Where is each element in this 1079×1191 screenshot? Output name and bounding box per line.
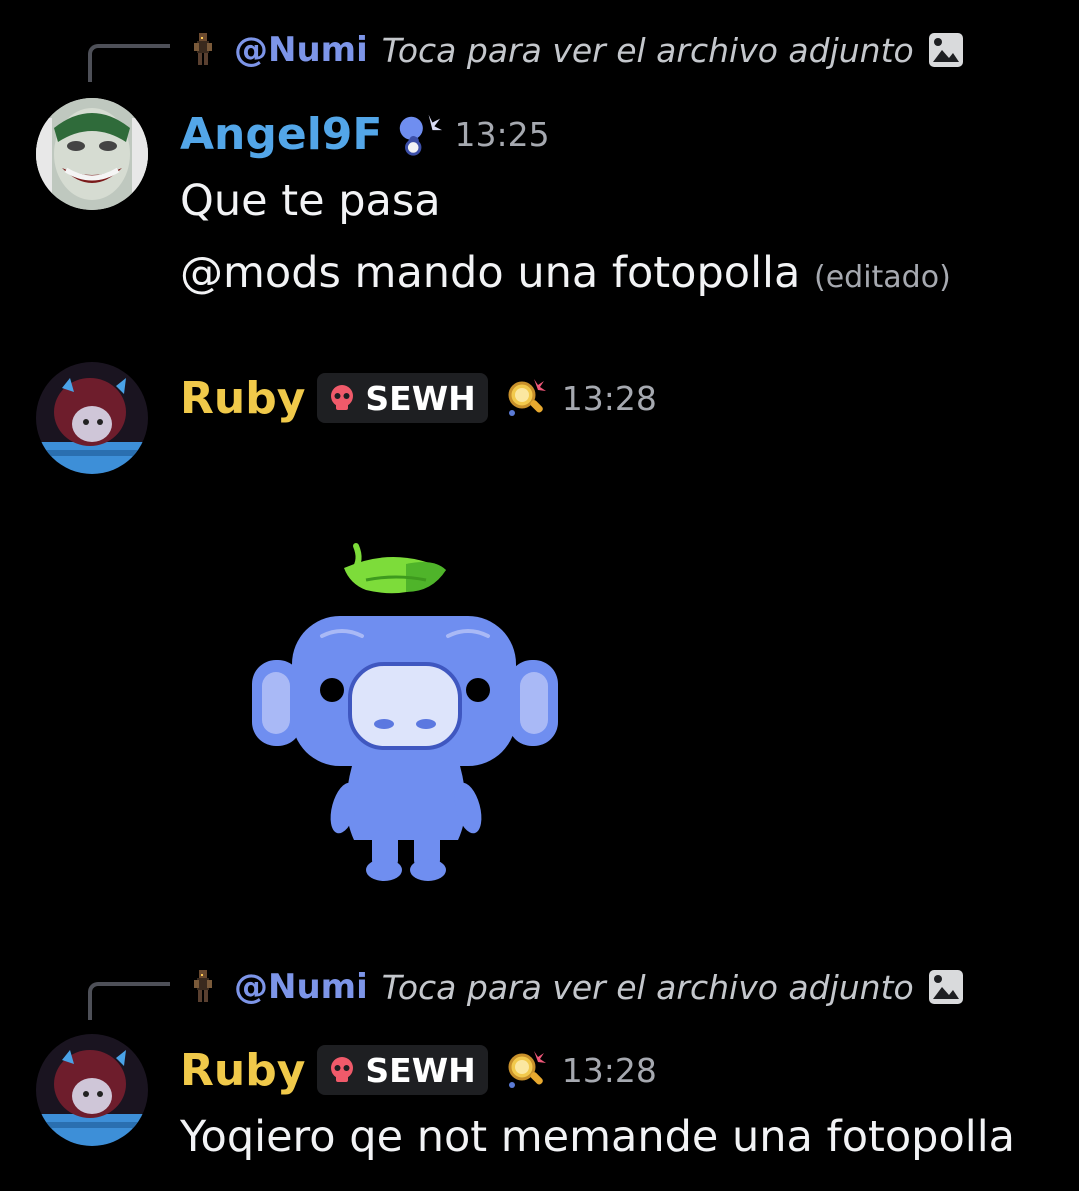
server-tag[interactable]: SEWH (317, 373, 488, 423)
reply-author[interactable]: @Numi (234, 967, 368, 1007)
reply-preview[interactable]: @Numi Toca para ver el archivo adjunto (186, 967, 964, 1007)
reply-text: Toca para ver el archivo adjunto (381, 967, 914, 1007)
message-text: @mods mando una fotopolla (180, 248, 801, 298)
timestamp: 13:28 (561, 378, 657, 418)
tag-label: SEWH (365, 1050, 476, 1090)
avatar-ruby[interactable] (36, 362, 148, 474)
author-name[interactable]: Angel9F (180, 109, 382, 160)
tag-label: SEWH (365, 378, 476, 418)
message-header: Angel9F 13:25 (180, 102, 550, 166)
timestamp: 13:28 (561, 1050, 657, 1090)
reply-text: Toca para ver el archivo adjunto (381, 30, 914, 70)
author-name[interactable]: Ruby (180, 373, 305, 424)
reply-author[interactable]: @Numi (234, 30, 368, 70)
timestamp: 13:25 (454, 114, 550, 154)
message-header: Ruby SEWH 13:28 (180, 1038, 657, 1102)
reply-connector (88, 982, 170, 1020)
magnifier-badge-icon (502, 373, 552, 423)
reply-avatar-icon (186, 31, 220, 69)
wand-badge-icon (394, 109, 444, 159)
author-name[interactable]: Ruby (180, 1045, 305, 1096)
message-line: Que te pasa (180, 176, 441, 226)
skull-icon (331, 385, 354, 410)
reply-avatar-icon (186, 968, 220, 1006)
wumpus-sticker[interactable] (246, 540, 566, 885)
server-tag[interactable]: SEWH (317, 1045, 488, 1095)
avatar-ruby[interactable] (36, 1034, 148, 1146)
reply-preview[interactable]: @Numi Toca para ver el archivo adjunto (186, 30, 964, 70)
message-line: @mods mando una fotopolla (editado) (180, 248, 951, 298)
avatar-angel9f[interactable] (36, 98, 148, 210)
message-header: Ruby SEWH 13:28 (180, 366, 657, 430)
reply-connector (88, 44, 170, 82)
skull-icon (331, 1057, 354, 1082)
image-icon (928, 33, 963, 67)
message-line: Yoqiero qe not memande una fotopolla (180, 1112, 1016, 1162)
image-icon (928, 970, 963, 1004)
magnifier-badge-icon (502, 1045, 552, 1095)
edited-label: (editado) (813, 260, 951, 295)
